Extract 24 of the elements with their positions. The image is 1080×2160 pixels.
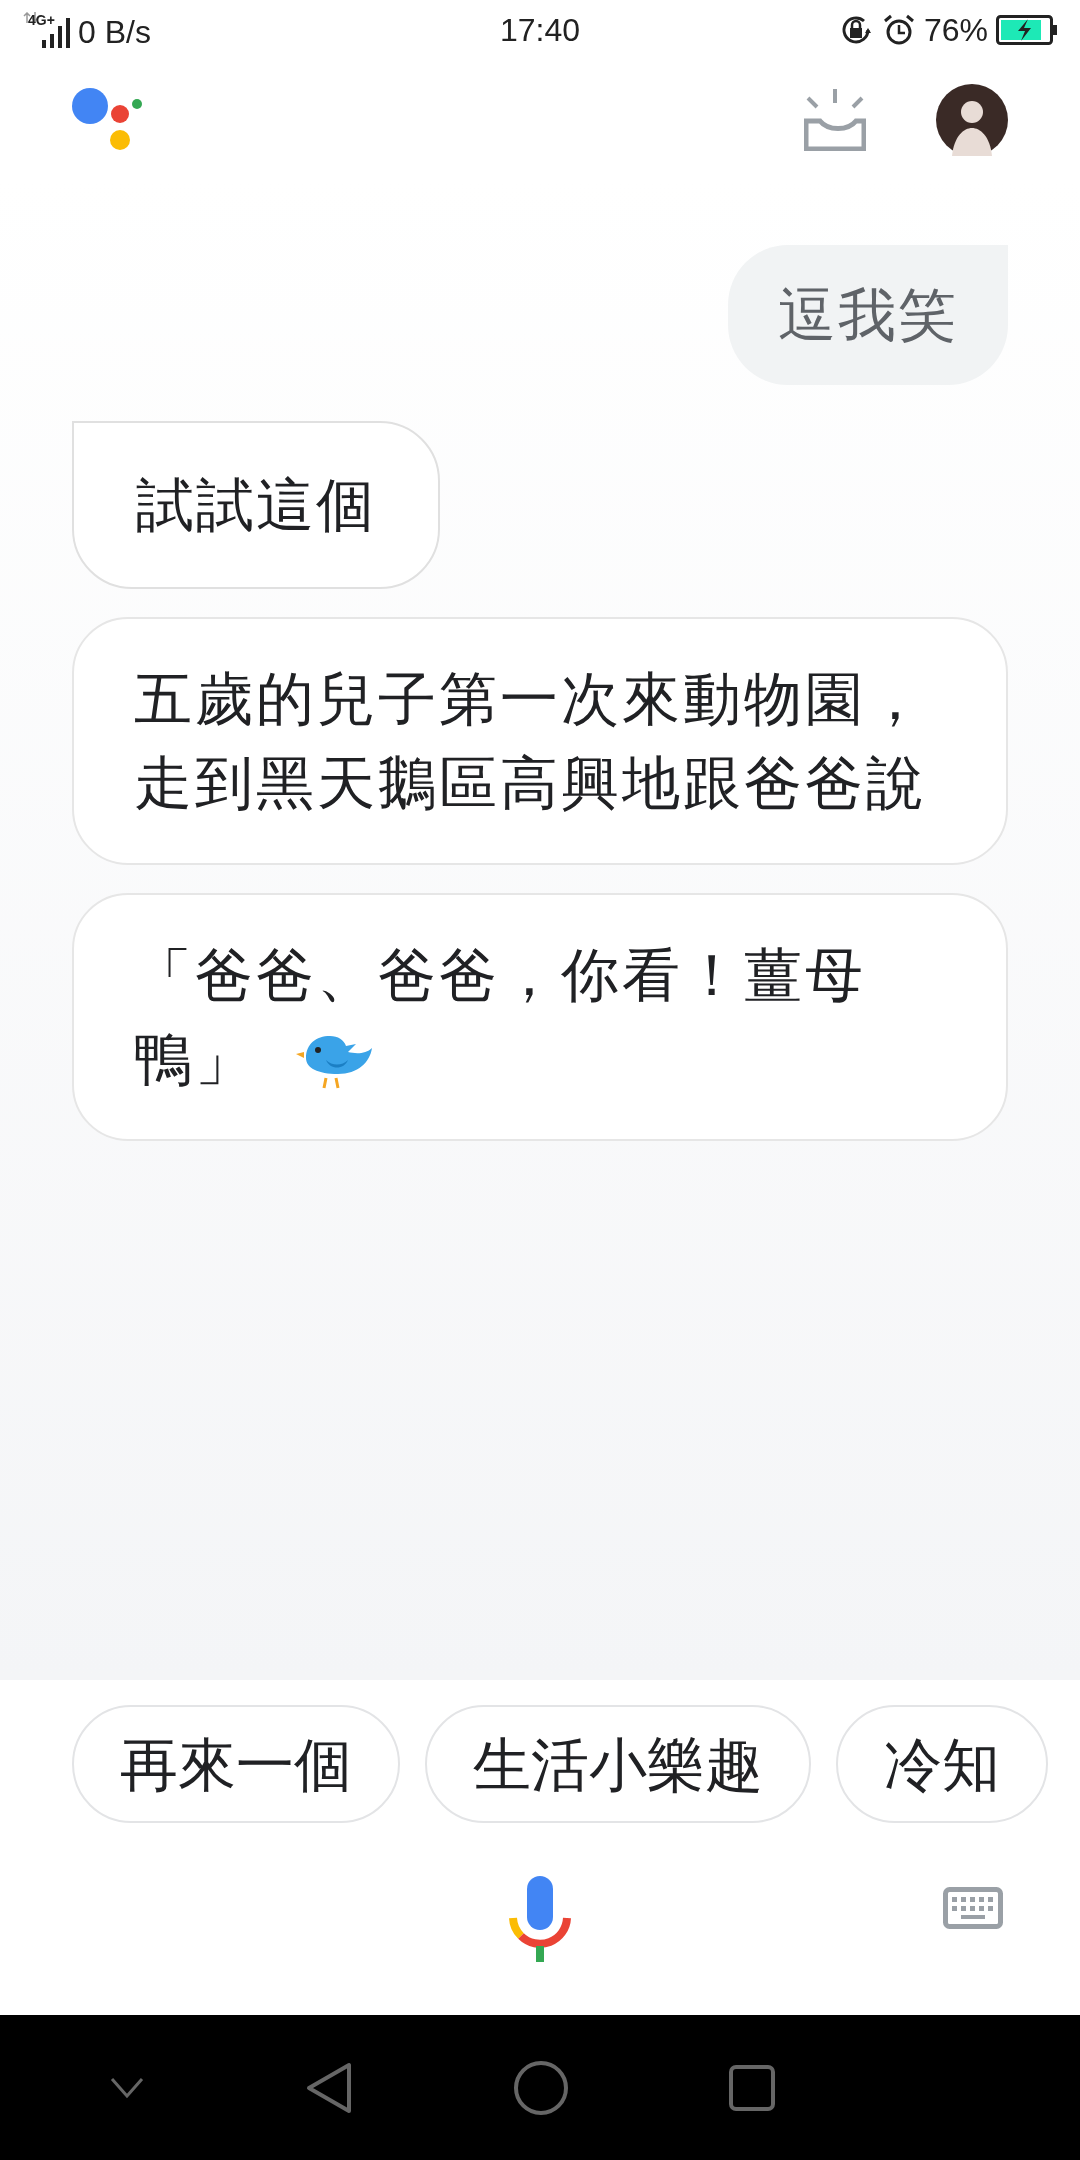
user-message: 逗我笑 [728, 245, 1008, 385]
suggestion-chip[interactable]: 生活小樂趣 [425, 1705, 811, 1823]
assistant-message: 試試這個 [72, 421, 440, 589]
joke-text: 鴨」 [134, 1025, 256, 1093]
joke-text: 「爸爸、爸爸，你看！薑母 [134, 941, 866, 1009]
suggestion-chip[interactable]: 冷知 [836, 1705, 1048, 1823]
collapse-icon[interactable] [110, 2076, 145, 2099]
back-icon[interactable] [304, 2060, 353, 2115]
recents-icon[interactable] [729, 2064, 776, 2111]
assistant-logo-icon [72, 88, 144, 152]
suggestion-chip[interactable]: 再來一個 [72, 1705, 400, 1823]
battery-icon [996, 15, 1058, 45]
avatar-icon[interactable] [936, 84, 1008, 156]
network-type: 4G+ [28, 11, 55, 30]
updates-tray-icon[interactable] [804, 89, 866, 151]
signal-icon [22, 12, 72, 48]
battery-percent: 76% [923, 11, 988, 50]
clock-time: 17:40 [499, 11, 581, 50]
network-speed: 0 B/s [78, 16, 151, 48]
keyboard-icon[interactable] [943, 1887, 1003, 1929]
alarm-icon [881, 13, 916, 47]
microphone-icon[interactable] [509, 1875, 571, 1962]
joke-text: 五歲的兒子第一次來動物園，走到黑天鵝區高興地跟爸爸說 [134, 665, 928, 817]
home-icon[interactable] [512, 2059, 569, 2116]
